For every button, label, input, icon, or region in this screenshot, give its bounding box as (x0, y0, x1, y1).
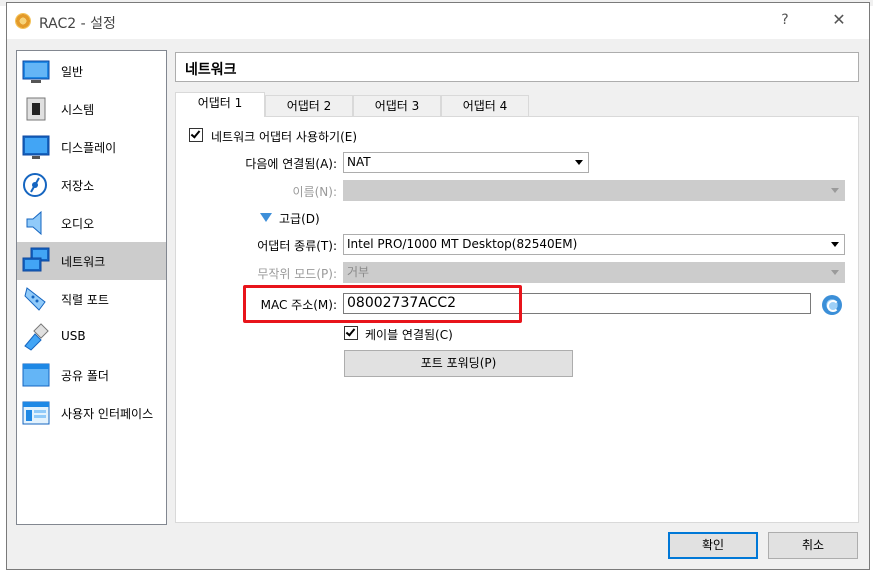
user-interface-icon (22, 401, 50, 425)
name-select (343, 180, 845, 201)
advanced-toggle-label[interactable]: 고급(D) (279, 210, 320, 227)
adapter-type-select[interactable]: Intel PRO/1000 MT Desktop(82540EM) (343, 234, 845, 255)
sidebar-item-label: 오디오 (61, 217, 95, 231)
tab-adapter-1[interactable]: 어댑터 1 (175, 92, 265, 117)
title-bar[interactable]: RAC2 - 설정 ? ✕ (7, 3, 869, 39)
refresh-mac-icon[interactable] (822, 295, 842, 315)
close-button[interactable]: ✕ (829, 10, 849, 30)
page-title: 네트워크 (185, 62, 237, 78)
sidebar-item-label: USB (61, 329, 86, 343)
general-icon (22, 60, 50, 83)
cable-connected-checkbox[interactable] (344, 326, 358, 340)
chevron-down-icon (831, 242, 839, 247)
promiscuous-mode-label: 무작위 모드(P): (257, 267, 337, 281)
advanced-expand-icon[interactable] (260, 213, 272, 222)
cancel-button[interactable]: 취소 (768, 532, 858, 559)
sidebar-item-label: 직렬 포트 (61, 293, 109, 307)
enable-adapter-label: 네트워크 어댑터 사용하기(E) (211, 130, 358, 144)
adapter-type-label: 어댑터 종류(T): (257, 239, 337, 253)
storage-icon (23, 173, 47, 197)
sidebar-item-serial-port[interactable]: 직렬 포트 (17, 280, 166, 318)
help-button[interactable]: ? (775, 10, 795, 30)
tab-adapter-2[interactable]: 어댑터 2 (265, 95, 353, 116)
page-title-box: 네트워크 (175, 52, 859, 82)
attached-to-label: 다음에 연결됨(A): (245, 157, 337, 171)
promiscuous-mode-value: 거부 (347, 265, 370, 279)
chevron-down-icon (575, 160, 583, 165)
serial-port-icon (24, 287, 46, 311)
highlight-annotation (243, 285, 522, 323)
virtualbox-app-icon (15, 13, 31, 29)
sidebar-item-display[interactable]: 디스플레이 (17, 128, 166, 166)
display-icon (22, 135, 50, 159)
sidebar-item-network[interactable]: 네트워크 (17, 242, 166, 280)
sidebar-item-label: 디스플레이 (61, 141, 117, 155)
sidebar-item-storage[interactable]: 저장소 (17, 166, 166, 204)
window-title: RAC2 - 설정 (39, 16, 116, 32)
settings-dialog: RAC2 - 설정 ? ✕ 일반 시스템 디스플레이 저장소 오디오 네트워크 … (6, 2, 870, 570)
port-forwarding-button[interactable]: 포트 포워딩(P) (344, 350, 573, 377)
sidebar-item-label: 공유 폴더 (61, 369, 109, 383)
sidebar-item-label: 시스템 (61, 103, 95, 117)
tab-adapter-3[interactable]: 어댑터 3 (353, 95, 441, 116)
sidebar-item-general[interactable]: 일반 (17, 52, 166, 90)
sidebar-item-label: 저장소 (61, 179, 95, 193)
system-icon (26, 97, 46, 121)
attached-to-value: NAT (347, 155, 371, 169)
ok-button[interactable]: 확인 (668, 532, 758, 559)
sidebar-item-system[interactable]: 시스템 (17, 90, 166, 128)
checkmark-icon (190, 128, 201, 139)
sidebar-item-usb[interactable]: USB (17, 318, 166, 356)
sidebar-item-shared-folder[interactable]: 공유 폴더 (17, 356, 166, 394)
network-icon (22, 247, 50, 272)
name-label: 이름(N): (292, 185, 337, 199)
sidebar-item-user-interface[interactable]: 사용자 인터페이스 (17, 394, 166, 432)
sidebar-item-label: 사용자 인터페이스 (61, 407, 154, 421)
chevron-down-icon (831, 270, 839, 275)
tab-adapter-4[interactable]: 어댑터 4 (441, 95, 529, 116)
sidebar-item-label: 네트워크 (61, 255, 106, 269)
promiscuous-mode-select: 거부 (343, 262, 845, 283)
sidebar-item-label: 일반 (61, 65, 84, 79)
attached-to-select[interactable]: NAT (343, 152, 589, 173)
cable-connected-label: 케이블 연결됨(C) (365, 328, 453, 342)
settings-category-list: 일반 시스템 디스플레이 저장소 오디오 네트워크 직렬 포트 USB 공유 폴… (16, 50, 167, 525)
sidebar-item-audio[interactable]: 오디오 (17, 204, 166, 242)
audio-icon (26, 210, 42, 236)
usb-icon (24, 323, 49, 351)
enable-adapter-checkbox[interactable] (189, 128, 203, 142)
adapter-type-value: Intel PRO/1000 MT Desktop(82540EM) (347, 237, 578, 251)
shared-folder-icon (22, 363, 50, 387)
checkmark-icon (345, 326, 356, 337)
chevron-down-icon (831, 188, 839, 193)
